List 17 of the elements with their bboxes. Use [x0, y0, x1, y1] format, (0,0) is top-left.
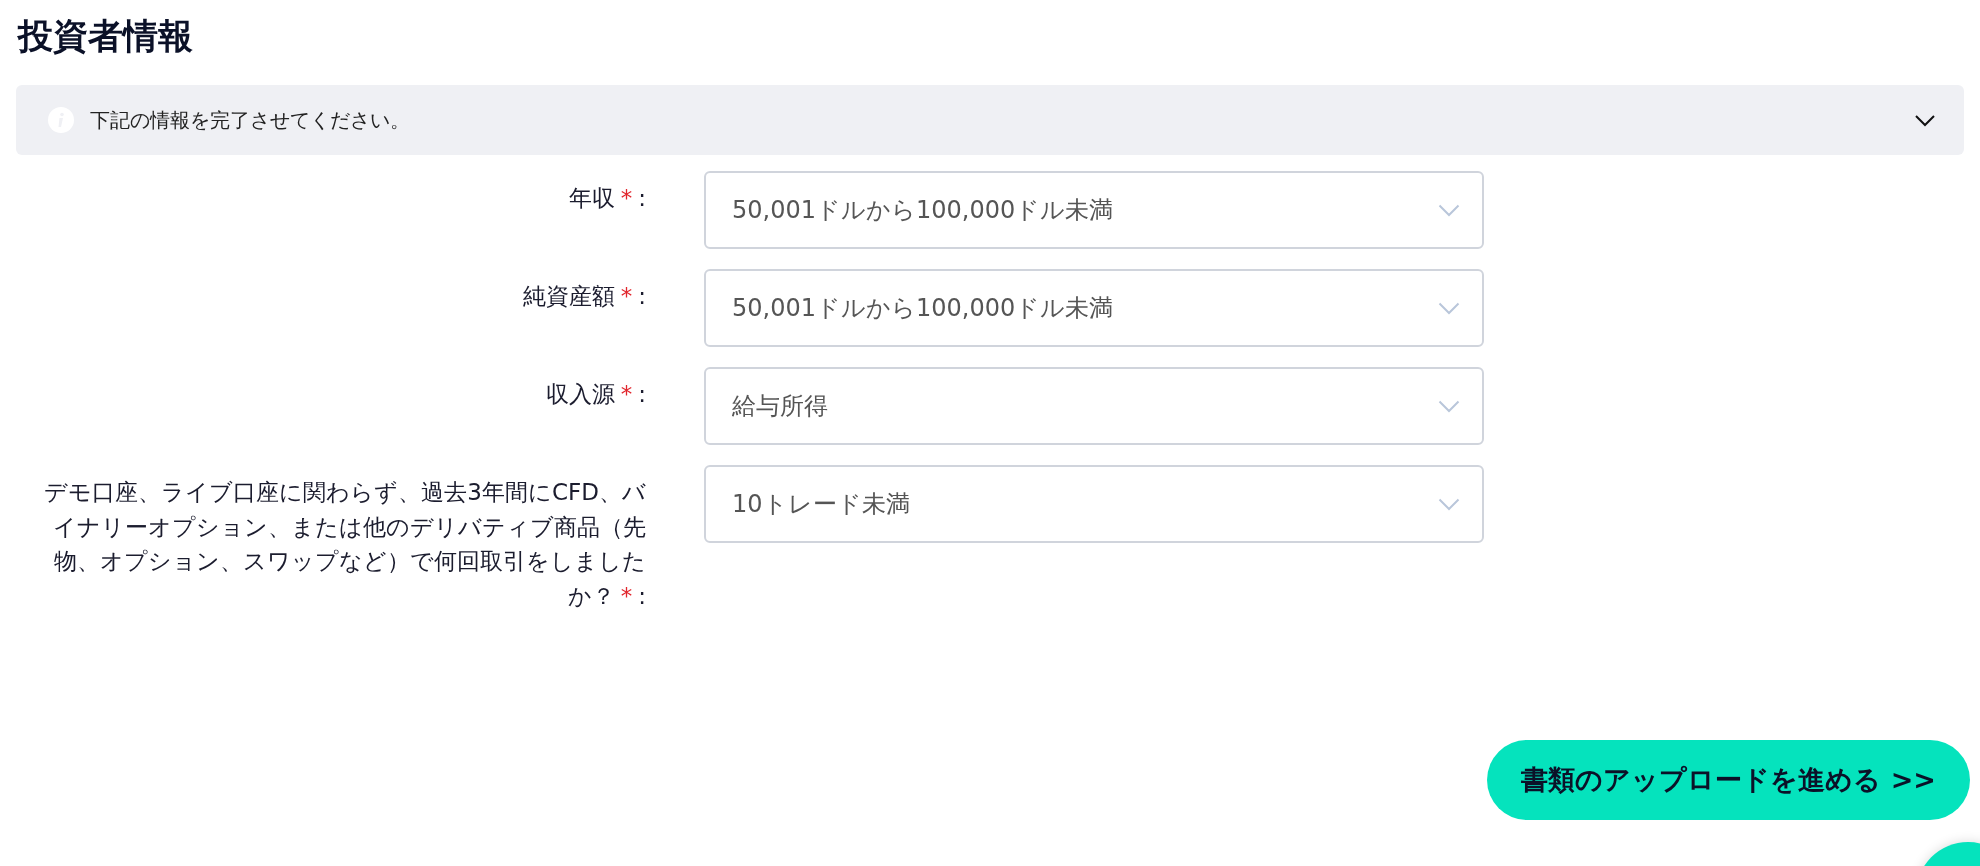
dropdown[interactable]: 10トレード未満 — [704, 465, 1484, 543]
chevron-icon[interactable] — [1914, 113, 1936, 127]
notice-bar[interactable]: 下記の情報を完了させてください。 — [16, 85, 1964, 155]
field-label: 純資産額 * : — [521, 282, 646, 311]
dropdown[interactable]: 給与所得 — [704, 367, 1484, 445]
notice-text: 下記の情報を完了させてください。 — [90, 107, 411, 134]
field-label: 年収 * : — [567, 184, 646, 213]
field-label: 収入源 * : — [544, 380, 646, 409]
chevron-down-icon — [1438, 301, 1460, 315]
chevron-down-icon — [1438, 203, 1460, 217]
page-title: 投資者情報 — [18, 15, 194, 58]
dropdown[interactable]: 50,001ドルから100,000ドル未満 — [704, 269, 1484, 347]
field-label: デモ口座、ライブ口座に関わらず、過去3年間にCFD、バイナリーオプション、または他のデリバティブ商品（先物、オプション、スワップなど）で何回取引をしましたか？ * : — [43, 478, 646, 611]
chevron-down-icon — [1438, 497, 1460, 511]
chevron-down-icon — [1438, 399, 1460, 413]
dropdown[interactable]: 50,001ドルから100,000ドル未満 — [704, 171, 1484, 249]
proceed-button[interactable]: 書類のアップロードを進める >> — [1487, 740, 1970, 820]
